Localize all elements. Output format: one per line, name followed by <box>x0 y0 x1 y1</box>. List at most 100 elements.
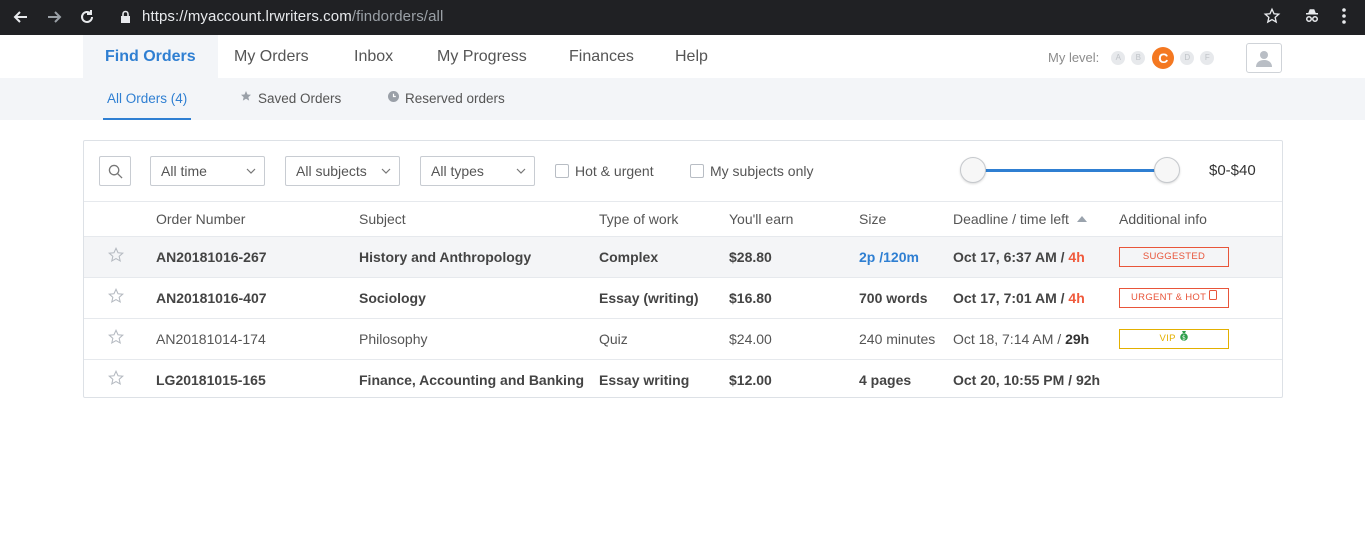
price-range: $0-$40 <box>1209 162 1256 179</box>
header-subject: Subject <box>359 202 599 237</box>
incognito-icon[interactable] <box>1303 7 1321 30</box>
order-deadline: Oct 17, 7:01 AM / 4h <box>953 277 1119 319</box>
order-number[interactable]: LG20181015-165 <box>156 359 359 400</box>
avatar-button[interactable] <box>1246 43 1282 73</box>
checkbox[interactable] <box>555 164 569 178</box>
main-nav: Find Orders My Orders Inbox My Progress … <box>0 35 1365 78</box>
subtab-all-orders[interactable]: All Orders (4) <box>103 78 192 120</box>
subjects-select-value: All subjects <box>296 163 367 179</box>
slider-max-handle[interactable] <box>1154 157 1180 183</box>
order-type: Essay (writing) <box>599 277 729 319</box>
my-subjects-label: My subjects only <box>710 163 814 179</box>
bookmark-star-icon[interactable] <box>1263 7 1281 30</box>
time-select-value: All time <box>161 163 207 179</box>
order-deadline: Oct 18, 7:14 AM / 29h <box>953 318 1119 360</box>
subjects-select[interactable]: All subjects <box>285 156 400 186</box>
header-size: Size <box>859 202 953 237</box>
tab-inbox[interactable]: Inbox <box>332 35 415 78</box>
chevron-down-icon <box>381 168 391 174</box>
order-number[interactable]: AN20181016-267 <box>156 236 359 278</box>
menu-dots-icon[interactable] <box>1338 7 1350 30</box>
header-earn: You'll earn <box>729 202 859 237</box>
order-info: SUGGESTED <box>1119 236 1282 278</box>
browser-toolbar: https://myaccount.lrwriters.com/findorde… <box>0 0 1365 35</box>
header-order-number: Order Number <box>156 202 359 237</box>
info-badge: SUGGESTED <box>1119 247 1229 267</box>
level-d: D <box>1180 51 1195 65</box>
level-current: C <box>1152 47 1175 69</box>
order-size[interactable]: 2p /120m <box>859 236 953 278</box>
reload-icon[interactable] <box>76 6 98 28</box>
my-subjects-checkbox[interactable]: My subjects only <box>690 163 813 179</box>
svg-text:$: $ <box>1181 334 1185 341</box>
tab-my-progress[interactable]: My Progress <box>415 35 549 78</box>
level-b: B <box>1131 51 1146 65</box>
subtab-saved-orders[interactable]: Saved Orders <box>240 78 341 120</box>
header-info: Additional info <box>1119 202 1282 237</box>
table-row[interactable]: LG20181015-165 Finance, Accounting and Ba… <box>84 359 1282 400</box>
phone-icon <box>1209 290 1217 300</box>
user-icon <box>1256 51 1272 67</box>
types-select[interactable]: All types <box>420 156 535 186</box>
level-a: A <box>1111 51 1126 65</box>
chevron-down-icon <box>516 168 526 174</box>
order-earn: $16.80 <box>729 277 859 319</box>
tab-my-orders[interactable]: My Orders <box>212 35 331 78</box>
favorite-star-icon[interactable] <box>107 328 125 349</box>
hot-urgent-label: Hot & urgent <box>575 163 654 179</box>
badge-label: SUGGESTED <box>1142 251 1206 262</box>
checkbox[interactable] <box>690 164 704 178</box>
deadline-header-label: Deadline / time left <box>953 210 1069 227</box>
order-deadline: Oct 20, 10:55 PM / 92h <box>953 359 1119 400</box>
tab-help[interactable]: Help <box>653 35 730 78</box>
table-row[interactable]: AN20181016-407 Sociology Essay (writing) $1… <box>84 277 1282 319</box>
order-deadline: Oct 17, 6:37 AM / 4h <box>953 236 1119 278</box>
order-type: Essay writing <box>599 371 690 388</box>
deadline-text: Oct 17, 6:37 AM / <box>953 248 1069 265</box>
info-badge: URGENT & HOT <box>1119 288 1229 308</box>
order-size: 4 pages <box>859 371 912 388</box>
favorite-star-icon[interactable] <box>107 246 125 267</box>
badge-label: URGENT & HOT <box>1131 292 1207 303</box>
orders-card: All time All subjects All types Hot & ur… <box>83 140 1283 398</box>
address-bar[interactable]: https://myaccount.lrwriters.com/findorde… <box>142 8 443 25</box>
slider-min-handle[interactable] <box>960 157 986 183</box>
deadline-text: Oct 17, 7:01 AM / <box>953 289 1069 306</box>
table-row[interactable]: AN20181014-174 Philosophy Quiz $24.00 240 mi… <box>84 318 1282 360</box>
tab-find-orders[interactable]: Find Orders <box>83 35 218 78</box>
hot-urgent-checkbox[interactable]: Hot & urgent <box>555 163 654 179</box>
deadline-text: Oct 20, 10:55 PM / 92h <box>953 371 1101 388</box>
order-number[interactable]: AN20181014-174 <box>156 318 359 360</box>
table-row[interactable]: AN20181016-267 History and Anthropology Co… <box>84 236 1282 278</box>
search-button[interactable] <box>99 156 131 186</box>
back-arrow-icon[interactable] <box>10 6 32 28</box>
header-deadline[interactable]: Deadline / time left <box>953 202 1119 237</box>
favorite-star-icon[interactable] <box>107 287 125 308</box>
money-bag-icon: $ <box>1179 331 1188 341</box>
sort-up-icon[interactable] <box>1076 216 1087 223</box>
subtab-reserved-orders[interactable]: Reserved orders <box>388 78 505 120</box>
reserved-orders-label: Reserved orders <box>405 91 505 106</box>
level-label: My level: <box>1048 50 1100 65</box>
order-size: 240 minutes <box>859 318 953 360</box>
order-subject: Finance, Accounting and Banking <box>359 371 585 388</box>
clock-icon <box>388 77 399 119</box>
order-number[interactable]: AN20181016-407 <box>156 277 359 319</box>
time-left: 29h <box>1065 330 1090 347</box>
lock-icon <box>120 10 131 29</box>
types-select-value: All types <box>431 163 484 179</box>
price-slider[interactable] <box>960 157 1180 185</box>
favorite-star-icon[interactable] <box>107 370 125 390</box>
time-select[interactable]: All time <box>150 156 265 186</box>
level-f: F <box>1200 51 1215 65</box>
forward-arrow-icon[interactable] <box>43 6 65 28</box>
tab-finances[interactable]: Finances <box>547 35 656 78</box>
order-type: Complex <box>599 236 729 278</box>
star-icon <box>240 77 252 119</box>
order-subject: Sociology <box>359 277 599 319</box>
url-path: /findorders/all <box>351 8 444 25</box>
deadline-text: Oct 18, 7:14 AM / <box>953 330 1066 347</box>
time-left: 4h <box>1068 248 1085 265</box>
info-badge: VIP $ <box>1119 329 1229 349</box>
url-host: https://myaccount.lrwriters.com <box>142 8 352 25</box>
